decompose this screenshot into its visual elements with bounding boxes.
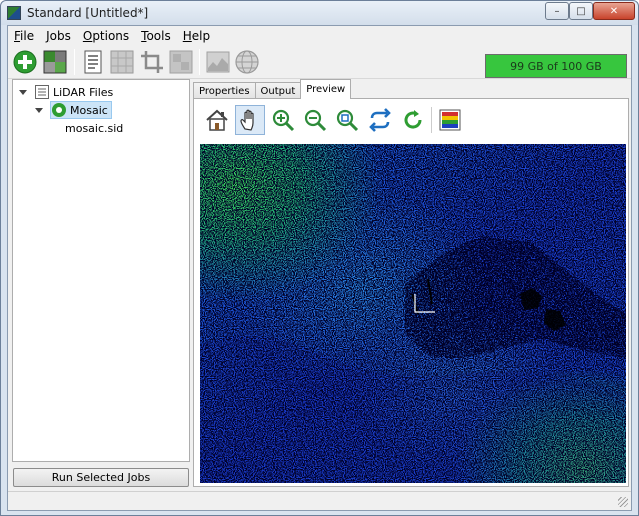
toolbar-separator [74,49,75,75]
details-panel: Properties Output Preview [193,79,629,487]
app-window: Standard [Untitled*] – □ ✕ File Jobs Opt… [0,0,639,516]
menu-help[interactable]: Help [183,29,210,43]
menu-file[interactable]: File [14,29,34,43]
home-icon[interactable] [202,105,232,135]
tab-strip: Properties Output Preview [193,79,352,99]
close-button[interactable]: ✕ [593,2,635,20]
tab-output[interactable]: Output [254,82,302,99]
tree-node-mosaic-sid[interactable]: mosaic.sid [65,122,123,135]
crop-icon[interactable] [139,49,165,75]
pan-hand-icon[interactable] [235,105,265,135]
zoom-fit-icon[interactable] [332,105,362,135]
tree-node-label: mosaic.sid [65,122,124,135]
selected-node[interactable]: Mosaic [50,101,112,119]
toolbar-separator [199,49,200,75]
mosaic-icon[interactable] [42,49,68,75]
title-bar[interactable]: Standard [Untitled*] – □ ✕ [1,1,638,25]
tiles-icon[interactable] [168,49,194,75]
zoom-in-icon[interactable] [268,105,298,135]
menu-options[interactable]: Options [83,29,129,43]
tab-properties[interactable]: Properties [193,82,256,99]
globe-icon[interactable] [234,49,260,75]
status-bar [8,491,631,510]
chart-icon[interactable] [205,49,231,75]
zoom-out-icon[interactable] [300,105,330,135]
tree-node-lidar-files[interactable]: LiDAR Files [19,84,113,100]
client-area: File Jobs Options Tools Help 99 GB of 10… [7,25,632,511]
list-icon [35,85,49,99]
minimize-button[interactable]: – [545,2,569,20]
menu-jobs[interactable]: Jobs [46,29,71,43]
job-tree-panel: LiDAR Files Mosaic mosaic.sid [12,79,190,462]
tree-node-label: Mosaic [70,103,108,117]
document-icon[interactable] [80,49,106,75]
mosaic-node-icon [52,103,66,117]
refresh-icon[interactable] [398,105,428,135]
run-selected-jobs-button[interactable]: Run Selected Jobs [13,468,189,487]
app-icon [7,6,21,20]
toolbar-separator [431,107,432,133]
chevron-down-icon[interactable] [19,89,27,95]
storage-usage-bar: 99 GB of 100 GB [485,54,627,78]
tree-node-label: LiDAR Files [53,85,114,99]
window-title: Standard [Untitled*] [27,6,149,20]
lidar-raster [200,144,626,483]
color-ramp-icon[interactable] [435,105,465,135]
add-icon[interactable] [12,49,38,75]
menu-tools[interactable]: Tools [141,29,171,43]
swap-icon[interactable] [365,105,395,135]
tree-node-mosaic[interactable]: Mosaic [35,101,112,119]
chevron-down-icon[interactable] [35,107,43,113]
tab-preview[interactable]: Preview [300,79,352,99]
lidar-preview-image[interactable] [200,144,626,483]
preview-tab-body [193,98,629,487]
resize-grip-icon[interactable] [618,497,628,507]
menu-bar: File Jobs Options Tools Help [8,26,631,45]
grid-icon[interactable] [109,49,135,75]
maximize-button[interactable]: □ [569,2,593,20]
